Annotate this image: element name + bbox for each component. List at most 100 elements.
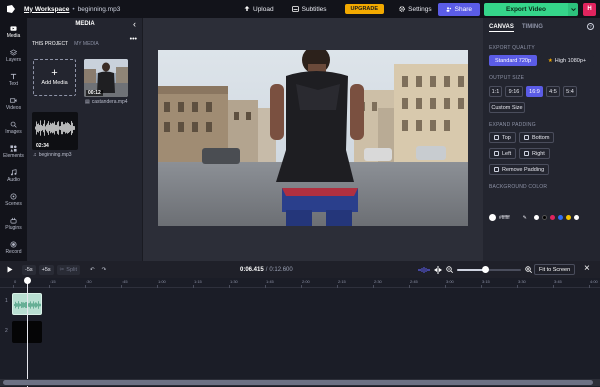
tab-timing[interactable]: TIMING [522, 24, 543, 32]
swatch-white-2[interactable] [573, 215, 579, 220]
split-button[interactable]: ✂ Split [56, 264, 80, 275]
swatch-blue[interactable] [557, 215, 563, 220]
quality-standard-button[interactable]: Standard 720p [489, 55, 537, 66]
upload-label: Upload [253, 5, 274, 13]
waveform-toggle-icon[interactable] [418, 266, 430, 273]
zoom-out-icon[interactable] [446, 266, 453, 273]
swatch-black[interactable] [541, 215, 547, 220]
upload-button[interactable]: Upload [244, 6, 274, 13]
properties-tabs: CANVAS TIMING [489, 24, 543, 32]
waveform-bar [56, 124, 57, 132]
rail-item-text[interactable]: Text [0, 68, 27, 92]
ruler-tick [553, 285, 554, 288]
tab-my-media[interactable]: MY MEDIA [74, 41, 99, 47]
settings-button[interactable]: Settings [399, 6, 432, 13]
rail-item-media[interactable]: Media [0, 20, 27, 44]
clip-waveform-bar [16, 303, 17, 307]
custom-size-button[interactable]: Custom Size [489, 102, 525, 113]
size-4-5-button[interactable]: 4:5 [546, 86, 560, 97]
help-icon[interactable]: ? [587, 23, 594, 30]
clip-waveform-bar [40, 303, 41, 307]
playhead-handle[interactable] [24, 277, 31, 284]
size-9-16-button[interactable]: 9:16 [505, 86, 523, 97]
size-16-9-button[interactable]: 16:9 [526, 86, 543, 97]
tab-canvas[interactable]: CANVAS [489, 24, 514, 32]
waveform-bar [46, 124, 47, 132]
ruler-tick-label: 2:30 [374, 279, 382, 284]
upgrade-button[interactable]: UPGRADE [344, 4, 385, 14]
video-canvas[interactable] [158, 50, 468, 226]
project-name[interactable]: beginning.mp3 [78, 6, 121, 13]
rail-item-images[interactable]: Images [0, 116, 27, 140]
export-options-button[interactable] [568, 2, 578, 16]
redo-button[interactable]: ↷ [102, 267, 107, 273]
waveform-bar [65, 122, 66, 134]
tab-this-project[interactable]: THIS PROJECT [32, 41, 68, 47]
app-logo-icon[interactable] [4, 2, 18, 16]
clip-waveform-bar [37, 303, 38, 307]
eyedropper-icon[interactable]: ✎ [523, 215, 527, 221]
swatch-white[interactable] [533, 215, 539, 220]
size-5-4-button[interactable]: 5:4 [563, 86, 577, 97]
close-timeline-icon[interactable]: × [584, 264, 590, 274]
remove-padding-button[interactable]: Remove Padding [489, 164, 550, 175]
padding-right-toggle[interactable]: Right [519, 148, 550, 159]
share-button[interactable]: Share [437, 2, 480, 16]
split-track-icon[interactable] [434, 265, 442, 274]
rail-item-elements[interactable]: Elements [0, 140, 27, 164]
waveform-bar [44, 120, 45, 136]
media-item-duration: 02:34 [36, 143, 49, 149]
back-5s-button[interactable]: -5s [22, 264, 36, 275]
waveform-bar [72, 122, 73, 134]
timeline-scrollbar[interactable] [0, 379, 600, 386]
swatch-yellow[interactable] [565, 215, 571, 220]
rail-item-audio[interactable]: Audio [0, 164, 27, 188]
checkbox-icon [494, 167, 499, 172]
rail-item-scenes[interactable]: Scenes [0, 188, 27, 212]
padding-top-toggle[interactable]: Top [489, 132, 516, 143]
current-color-swatch[interactable] [489, 214, 496, 221]
checkbox-icon [494, 151, 499, 156]
media-item-video[interactable]: 00:12 [84, 59, 128, 97]
ruler-tick [589, 285, 590, 288]
timeline-ruler[interactable]: 0:15:30:45 1:00 1:15 1:30 1:45 2:00 2:15 2:30 2:… [0, 278, 600, 288]
waveform-bar [57, 122, 58, 134]
zoom-slider-handle[interactable] [482, 265, 490, 273]
zoom-in-icon[interactable] [525, 266, 532, 273]
fit-to-screen-button[interactable]: Fit to Screen [534, 264, 576, 275]
zoom-slider[interactable] [457, 265, 521, 273]
background-color-row: #ffffff ✎ [489, 214, 579, 221]
people-icon [446, 6, 451, 12]
playhead[interactable] [27, 278, 28, 387]
media-panel: MEDIA ‹ THIS PROJECT MY MEDIA ••• + Add … [27, 18, 143, 261]
waveform-bar [71, 120, 72, 136]
text-icon [10, 73, 17, 80]
avatar[interactable]: H [583, 2, 596, 16]
add-media-button[interactable]: + Add Media [33, 59, 76, 96]
quality-high-button[interactable]: ★ High 1080p+ [540, 55, 594, 66]
rail-item-layers[interactable]: Layers [0, 44, 27, 68]
play-button[interactable] [7, 266, 15, 273]
clip-waveform-bar [33, 301, 34, 309]
rail-item-plugins[interactable]: Plugins [0, 212, 27, 236]
more-options-icon[interactable]: ••• [130, 36, 137, 43]
subtitles-label: Subtitles [301, 5, 327, 13]
padding-left-toggle[interactable]: Left [489, 148, 517, 159]
undo-button[interactable]: ↶ [90, 267, 95, 273]
timeline-scroll-thumb[interactable] [3, 380, 593, 385]
rail-item-record[interactable]: Record [0, 236, 27, 260]
breadcrumb-workspace[interactable]: My Workspace [24, 6, 69, 13]
color-hex-value[interactable]: #ffffff [499, 215, 510, 221]
collapse-panel-button[interactable]: ‹ [133, 19, 136, 29]
padding-bottom-toggle[interactable]: Bottom [519, 132, 555, 143]
media-item-audio[interactable]: 02:34 [32, 112, 78, 150]
rail-item-videos[interactable]: Videos [0, 92, 27, 116]
subtitles-button[interactable]: Subtitles [291, 5, 327, 13]
media-item-duration: 00:12 [86, 90, 103, 96]
waveform-bar [60, 125, 61, 131]
size-1-1-button[interactable]: 1:1 [489, 86, 502, 97]
scenes-icon [10, 193, 17, 200]
swatch-pink[interactable] [549, 215, 555, 220]
export-video-button[interactable]: Export Video [484, 2, 568, 16]
forward-5s-button[interactable]: +5s [38, 264, 54, 275]
